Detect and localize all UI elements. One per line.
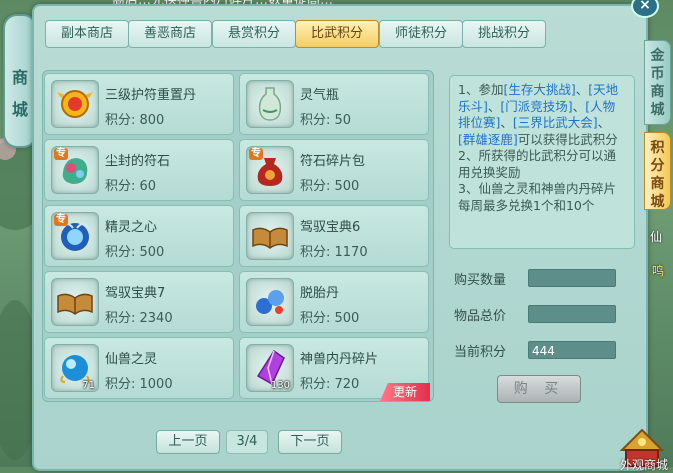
new-ribbon: 更新 [380, 383, 430, 401]
tab-char: 商 [650, 176, 665, 192]
item-card[interactable]: 灵气瓶 积分: 50 [239, 73, 429, 135]
book-icon [51, 278, 99, 326]
item-points: 积分: 500 [105, 245, 165, 260]
item-count: 130 [270, 380, 290, 391]
beast-spirit-orb-icon: 71 [51, 344, 99, 392]
spirit-vase-icon [246, 80, 294, 128]
tab-bounty-points[interactable]: 悬赏积分 [212, 20, 296, 48]
event-link[interactable]: [生存大挑战] [503, 82, 575, 97]
rules-text: 3、仙兽之灵和神兽内丹碎片每周最多兑换1个和10个 [458, 181, 616, 213]
next-page-button[interactable]: 下一页 [278, 430, 342, 454]
book-icon [246, 212, 294, 260]
item-card[interactable]: 驾驭宝典6 积分: 1170 [239, 205, 429, 267]
rules-text: 1、参加 [458, 82, 504, 97]
item-name: 脱胎丹 [300, 286, 340, 301]
tab-dungeon-shop[interactable]: 副本商店 [45, 20, 129, 48]
item-name: 驾驭宝典7 [105, 286, 166, 301]
exclusive-badge: 专 [249, 148, 263, 160]
item-points: 积分: 720 [300, 377, 360, 392]
buy-button[interactable]: 购 买 [497, 375, 581, 403]
tab-char: 金 [650, 48, 665, 64]
item-name: 仙兽之灵 [105, 352, 158, 367]
current-points-value: 444 [528, 341, 616, 359]
tab-char: 商 [650, 84, 665, 100]
rules-text: 可以获得比武积分 [517, 131, 618, 147]
tab-gold-mall[interactable]: 金 币 商 城 [644, 40, 671, 125]
tab-challenge-points[interactable]: 挑战积分 [462, 20, 546, 48]
tab-char: 币 [650, 66, 665, 82]
item-name: 三级护符重置丹 [105, 88, 197, 103]
tab-points-mall[interactable]: 积 分 商 城 [644, 132, 671, 210]
left-tab-char: 商 [11, 68, 28, 87]
item-card[interactable]: 驾驭宝典7 积分: 2340 [44, 271, 234, 333]
tab-char: 城 [650, 102, 665, 118]
item-name: 神兽内丹碎片 [300, 352, 379, 367]
appearance-mall-label: 外观商城 [620, 458, 669, 472]
item-name: 尘封的符石 [105, 154, 171, 169]
total-price-label: 物品总价 [454, 309, 507, 324]
close-icon[interactable]: × [631, 0, 659, 18]
page-indicator: 3/4 [226, 430, 268, 454]
elf-heart-icon: 专 [51, 212, 99, 260]
exclusive-badge: 专 [54, 148, 68, 160]
item-points: 积分: 800 [105, 113, 165, 128]
item-points: 积分: 1170 [300, 245, 368, 260]
item-name: 符石碎片包 [300, 154, 366, 169]
rules-text: 2、所获得的比武积分可以通用兑换奖励 [458, 148, 616, 180]
item-card[interactable]: 专 符石碎片包 积分: 500 [239, 139, 429, 201]
total-price-field [528, 305, 616, 323]
tab-karma-shop[interactable]: 善恶商店 [128, 20, 212, 48]
event-link[interactable]: [三界比武大会] [513, 115, 598, 130]
event-link[interactable]: [门派竞技场] [500, 99, 572, 114]
item-points: 积分: 500 [300, 311, 360, 326]
item-card[interactable]: 专 尘封的符石 积分: 60 [44, 139, 234, 201]
tab-mentor-points[interactable]: 师徒积分 [379, 20, 463, 48]
exclusive-badge: 专 [54, 214, 68, 226]
side-npc-label: 仙 [650, 230, 663, 244]
item-card[interactable]: 专 精灵之心 积分: 500 [44, 205, 234, 267]
rules-description: 1、参加[生存大挑战]、[天地乐斗]、[门派竞技场]、[人物排位赛]、[三界比武… [449, 75, 635, 249]
event-link[interactable]: [群雄逐鹿] [458, 132, 518, 147]
item-points: 积分: 60 [105, 179, 157, 194]
sealed-rune-stone-icon: 专 [51, 146, 99, 194]
item-name: 灵气瓶 [300, 88, 340, 103]
item-points: 积分: 500 [300, 179, 360, 194]
side-npc-label: 鸣 [652, 264, 665, 278]
rebirth-pill-icon [246, 278, 294, 326]
item-card[interactable]: 三级护符重置丹 积分: 800 [44, 73, 234, 135]
item-card[interactable]: 脱胎丹 积分: 500 [239, 271, 429, 333]
prev-page-button[interactable]: 上一页 [156, 430, 220, 454]
current-points-label: 当前积分 [454, 345, 507, 360]
quantity-label: 购买数量 [454, 273, 507, 288]
tab-char: 积 [650, 140, 665, 156]
item-count: 71 [82, 380, 95, 391]
tab-char: 城 [650, 194, 665, 210]
item-card[interactable]: 71 仙兽之灵 积分: 1000 [44, 337, 234, 399]
tab-char: 分 [650, 158, 665, 174]
item-points: 积分: 50 [300, 113, 352, 128]
tab-arena-points[interactable]: 比武积分 [295, 20, 379, 48]
rules-paragraph: 1、参加[生存大挑战]、[天地乐斗]、[门派竞技场]、[人物排位赛]、[三界比武… [458, 82, 619, 213]
item-points: 积分: 1000 [105, 377, 173, 392]
crystal-shard-icon: 130 [246, 344, 294, 392]
quantity-input[interactable] [528, 269, 616, 287]
gold-amulet-pill-icon [51, 80, 99, 128]
item-name: 驾驭宝典6 [300, 220, 361, 235]
item-name: 精灵之心 [105, 220, 158, 235]
rune-fragment-bag-icon: 专 [246, 146, 294, 194]
left-tab-char: 城 [11, 100, 28, 119]
item-points: 积分: 2340 [105, 311, 173, 326]
